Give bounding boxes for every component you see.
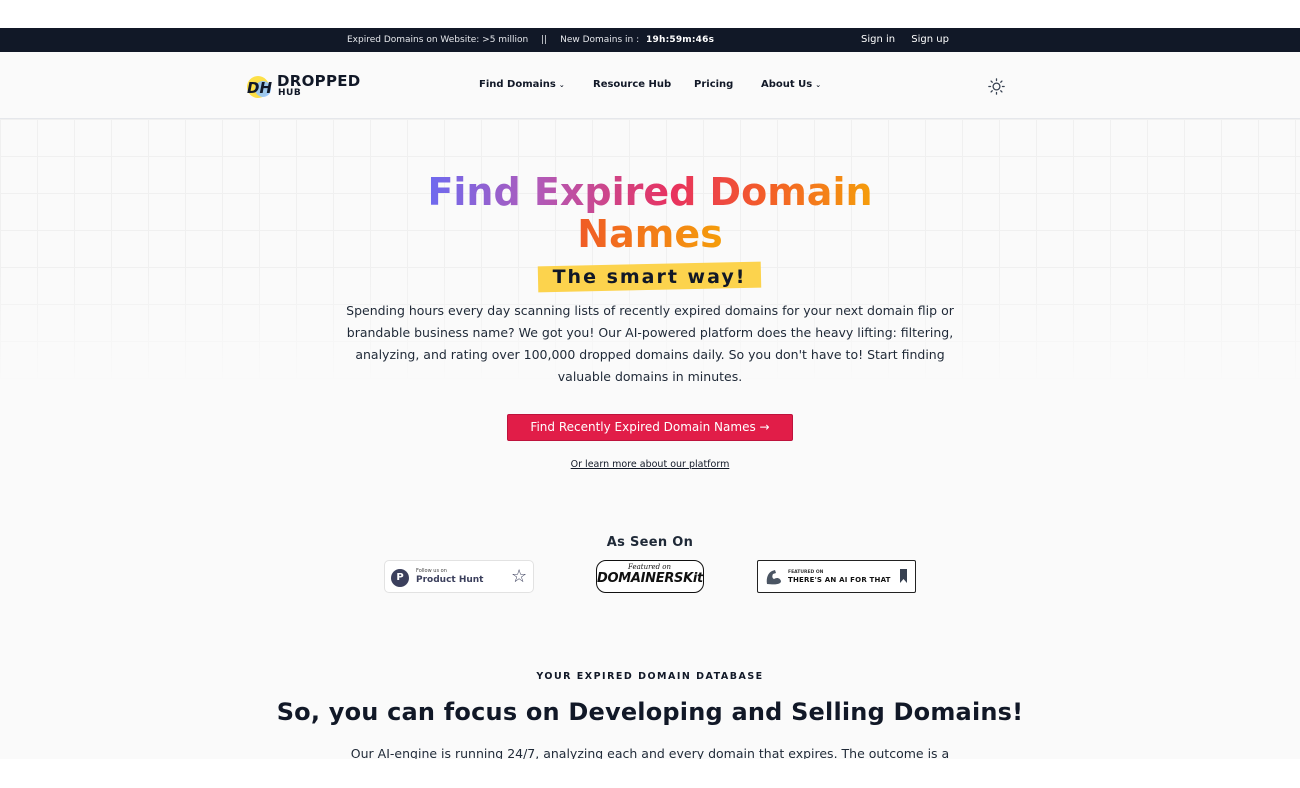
find-domains-cta-button[interactable]: Find Recently Expired Domain Names → [507,414,793,441]
nav-about-us[interactable]: About Us ⌄ [761,79,821,90]
sun-icon[interactable] [988,78,1005,95]
chevron-down-icon: ⌄ [558,81,565,89]
main-navbar: DH DROPPED HUB Find Domains ⌄ Resource Hu… [0,52,1300,119]
logo-mark-icon: DH [247,76,272,98]
hero-title: Find Expired Domain Names [0,171,1300,255]
logo[interactable]: DH DROPPED HUB [245,71,365,101]
product-hunt-logo-icon: P [391,569,409,587]
announcement-bar: Expired Domains on Website: >5 million |… [0,28,1300,52]
as-seen-on-title: As Seen On [606,535,694,550]
product-hunt-badge[interactable]: P Follow us on Product Hunt ☆ [384,560,534,593]
hero-title-line2: Names [577,212,723,256]
nav-pricing[interactable]: Pricing [694,79,733,90]
hero-description: Spending hours every day scanning lists … [346,303,954,384]
learn-more: Or learn more about our platform [0,459,1300,470]
svg-text:DH: DH [247,79,272,97]
announcement-message: Expired Domains on Website: >5 million |… [347,35,714,45]
domainers-kit-badge[interactable]: Featured on DOMAINERSKit [596,560,704,593]
expired-count-label: Expired Domains on Website: >5 million [347,35,529,45]
bookmark-icon [900,569,907,583]
countdown-timer: 19h:59m:46s [646,35,715,45]
domainers-kit-name: DOMAINERSKit [597,571,703,586]
domainers-kit-small-text: Featured on [627,563,672,571]
new-domains-label: New Domains in : [560,35,640,45]
nav-find-domains[interactable]: Find Domains ⌄ [479,79,565,90]
product-hunt-name: Product Hunt [416,575,484,585]
bottom-blank-strip [0,759,1300,788]
sign-up-link[interactable]: Sign up [911,34,949,45]
database-body: Our AI-engine is running 24/7, analyzing… [350,746,950,759]
star-icon: ☆ [511,566,528,587]
sign-in-link[interactable]: Sign in [861,34,895,45]
ai-for-that-name: THERE'S AN AI FOR THAT [788,576,891,584]
ai-for-that-badge[interactable]: FEATURED ON THERE'S AN AI FOR THAT [757,560,916,593]
top-blank-strip [0,0,1300,28]
logo-word-hub: HUB [278,88,302,98]
hero-title-line1: Find Expired Domain [427,170,873,214]
ai-for-that-small-text: FEATURED ON [788,570,824,575]
announcement-separator: || [541,35,548,45]
learn-more-link[interactable]: Or learn more about our platform [571,459,730,470]
database-eyebrow: YOUR EXPIRED DOMAIN DATABASE [536,671,764,682]
chevron-down-icon: ⌄ [815,81,822,89]
database-heading: So, you can focus on Developing and Sell… [276,698,1024,726]
flexed-arm-icon [766,570,781,585]
auth-links: Sign in Sign up [861,34,962,45]
product-hunt-small-text: Follow us on [416,568,447,574]
nav-resource-hub[interactable]: Resource Hub [593,79,671,90]
hero-section: Find Expired Domain Names The smart way!… [0,119,1300,759]
tagline: The smart way! [552,266,747,288]
